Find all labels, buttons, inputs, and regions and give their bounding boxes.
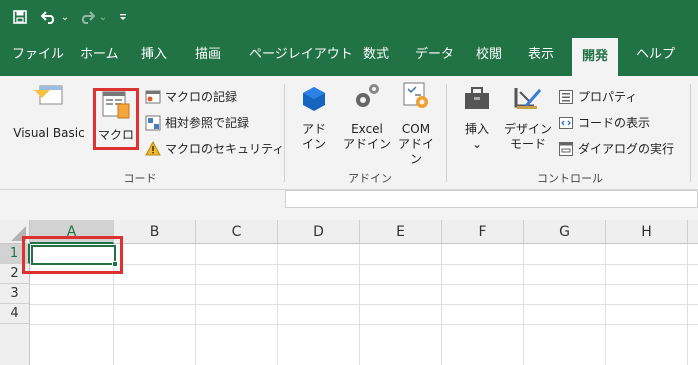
redo-dropdown-icon[interactable]: ⌄ bbox=[98, 8, 108, 26]
view-code-label: コードの表示 bbox=[578, 116, 651, 130]
row-header-partial bbox=[0, 324, 30, 365]
design-mode-icon bbox=[514, 88, 542, 109]
warning-icon bbox=[145, 140, 161, 155]
design-mode-label-line2: モード bbox=[509, 137, 546, 151]
excel-addins-gear-icon bbox=[356, 84, 379, 107]
design-mode-label-line1: デザイン bbox=[503, 122, 552, 136]
worksheet-grid: A B C D E F G H 1 2 3 4 bbox=[0, 220, 698, 365]
tab-formulas[interactable]: 数式 bbox=[363, 34, 389, 76]
visual-basic-label: Visual Basic bbox=[13, 126, 85, 140]
properties-label: プロパティ bbox=[578, 90, 638, 104]
addins-button[interactable]: アド イン bbox=[294, 84, 334, 152]
group-divider bbox=[284, 84, 285, 182]
column-header[interactable]: C bbox=[196, 220, 278, 244]
design-mode-button[interactable]: デザイン モード bbox=[502, 84, 554, 152]
undo-icon[interactable] bbox=[40, 8, 58, 26]
column-gridline bbox=[359, 244, 360, 365]
properties-button[interactable]: プロパティ bbox=[558, 88, 637, 105]
macro-security-label: マクロのセキュリティ bbox=[165, 142, 285, 156]
relative-reference-button[interactable]: 相対参照で記録 bbox=[145, 114, 249, 131]
column-gridline bbox=[523, 244, 524, 365]
group-label-controls: コントロール bbox=[537, 172, 603, 185]
com-addins-label-line2: アドイン bbox=[397, 137, 434, 166]
column-header-partial[interactable] bbox=[688, 220, 698, 244]
column-header[interactable]: D bbox=[278, 220, 360, 244]
tab-home[interactable]: ホーム bbox=[80, 34, 119, 76]
record-macro-icon bbox=[145, 90, 161, 103]
properties-icon bbox=[559, 89, 573, 104]
tab-help[interactable]: ヘルプ bbox=[636, 34, 675, 76]
view-code-icon bbox=[559, 116, 573, 129]
tab-insert[interactable]: 挿入 bbox=[141, 34, 167, 76]
macro-highlight bbox=[93, 88, 139, 150]
column-header[interactable]: B bbox=[114, 220, 196, 244]
redo-icon[interactable] bbox=[78, 8, 96, 26]
customize-icon[interactable] bbox=[116, 8, 130, 26]
excel-addins-label-line2: アドイン bbox=[342, 137, 391, 151]
save-icon[interactable] bbox=[12, 8, 28, 26]
row-gridline bbox=[30, 264, 698, 265]
tab-data[interactable]: データ bbox=[415, 34, 454, 76]
tab-view[interactable]: 表示 bbox=[528, 34, 554, 76]
insert-dropdown-icon: ⌄ bbox=[471, 137, 483, 151]
tab-page-layout[interactable]: ページレイアウト bbox=[249, 34, 353, 76]
addin-cube-icon bbox=[303, 87, 325, 111]
com-addins-label-line1: COM bbox=[401, 122, 431, 136]
run-dialog-icon bbox=[559, 141, 573, 156]
column-gridline bbox=[195, 244, 196, 365]
column-gridline bbox=[277, 244, 278, 365]
com-addins-button[interactable]: COM アドイン bbox=[393, 80, 439, 167]
group-divider bbox=[446, 84, 447, 182]
formula-input[interactable] bbox=[285, 190, 698, 208]
record-macro-button[interactable]: マクロの記録 bbox=[145, 88, 237, 105]
addins-label-line2: イン bbox=[301, 137, 326, 151]
insert-control-label: 挿入 bbox=[464, 122, 489, 136]
title-bar: ⌄ ⌄ bbox=[0, 0, 698, 34]
tab-review[interactable]: 校閲 bbox=[476, 34, 502, 76]
column-header[interactable]: H bbox=[606, 220, 688, 244]
visual-basic-icon bbox=[34, 85, 63, 105]
formula-bar-area bbox=[0, 190, 698, 220]
column-gridline bbox=[441, 244, 442, 365]
visual-basic-button[interactable]: Visual Basic bbox=[6, 82, 92, 141]
relative-reference-label: 相対参照で記録 bbox=[165, 116, 250, 130]
excel-addins-button[interactable]: Excel アドイン bbox=[342, 80, 392, 152]
column-gridline bbox=[687, 244, 688, 365]
row-gridline bbox=[30, 284, 698, 285]
group-divider bbox=[690, 84, 691, 182]
column-header[interactable]: G bbox=[524, 220, 606, 244]
run-dialog-label: ダイアログの実行 bbox=[578, 142, 675, 156]
toolbox-icon bbox=[465, 87, 489, 109]
active-cell-highlight bbox=[22, 236, 123, 274]
row-gridline bbox=[30, 304, 698, 305]
com-addins-icon bbox=[403, 82, 428, 108]
column-header[interactable]: F bbox=[442, 220, 524, 244]
ribbon-panel: Visual Basic マクロ マクロの記録 相対参照で記録 マクロのセキュリ… bbox=[0, 76, 698, 190]
tab-developer[interactable]: 開発 bbox=[572, 34, 619, 76]
row-gridline bbox=[30, 324, 698, 325]
view-code-button[interactable]: コードの表示 bbox=[558, 114, 650, 131]
tab-file[interactable]: ファイル bbox=[12, 34, 64, 76]
column-header[interactable]: E bbox=[360, 220, 442, 244]
macro-security-button[interactable]: マクロのセキュリティ bbox=[145, 140, 284, 157]
tab-draw[interactable]: 描画 bbox=[195, 34, 221, 76]
group-label-code: コード bbox=[123, 172, 157, 185]
group-label-addins: アドイン bbox=[348, 172, 392, 185]
addins-label-line1: アド bbox=[301, 122, 326, 136]
row-header[interactable]: 4 bbox=[0, 304, 30, 324]
undo-dropdown-icon[interactable]: ⌄ bbox=[60, 8, 70, 26]
record-macro-label: マクロの記録 bbox=[165, 90, 238, 104]
excel-addins-label-line1: Excel bbox=[351, 122, 383, 136]
relative-reference-icon bbox=[145, 115, 161, 130]
column-gridline bbox=[605, 244, 606, 365]
run-dialog-button[interactable]: ダイアログの実行 bbox=[558, 140, 674, 157]
insert-control-button[interactable]: 挿入 ⌄ bbox=[457, 84, 497, 152]
ribbon-tabs: ファイル ホーム 挿入 描画 ページレイアウト 数式 データ 校閲 表示 開発 … bbox=[0, 34, 698, 76]
row-header[interactable]: 3 bbox=[0, 284, 30, 304]
